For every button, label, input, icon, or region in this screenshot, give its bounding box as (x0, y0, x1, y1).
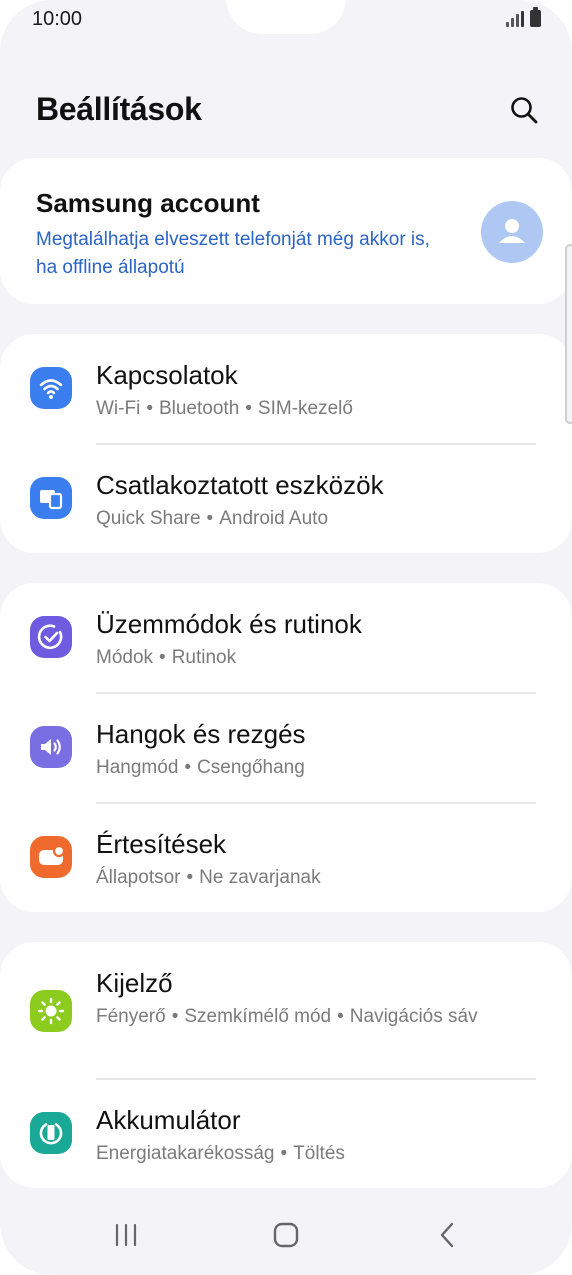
setting-item-title: Üzemmódok és rutinok (96, 609, 362, 639)
setting-item-subtitle: Quick Share • Android Auto (96, 508, 329, 529)
home-button[interactable] (266, 1215, 306, 1255)
setting-item-title: Értesítések (96, 829, 227, 859)
setting-item-title: Kijelző (96, 968, 173, 998)
account-subtitle: Megtalálhatja elveszett telefonját még a… (36, 229, 430, 278)
display-brightness-icon (30, 990, 72, 1032)
search-button[interactable] (506, 92, 542, 128)
account-title: Samsung account (36, 188, 260, 218)
setting-item-subtitle: Energiatakarékosság • Töltés (96, 1143, 345, 1164)
setting-item-title: Kapcsolatok (96, 360, 238, 390)
setting-item-subtitle: Állapotsor • Ne zavarjanak (96, 867, 321, 888)
connected-devices-icon (30, 477, 72, 519)
setting-item-connections[interactable]: Kapcsolatok Wi-Fi • Bluetooth • SIM-kezelő (0, 334, 572, 444)
scrollbar-handle[interactable] (565, 244, 572, 424)
setting-item-title: Akkumulátor (96, 1105, 241, 1135)
navigation-bar (0, 1195, 572, 1275)
setting-item-display[interactable]: Kijelző Fényerő • Szemkímélő mód • Navigáció… (0, 942, 572, 1079)
settings-group-connections: Kapcsolatok Wi-Fi • Bluetooth • SIM-kezelő C… (0, 334, 572, 553)
modes-routines-icon (30, 616, 72, 658)
page-title: Beállítások (36, 91, 202, 127)
status-time: 10:00 (32, 8, 83, 30)
user-avatar-icon[interactable] (481, 201, 543, 263)
settings-group-sound-notifications: Üzemmódok és rutinok Módok • Rutinok Hango… (0, 583, 572, 912)
setting-item-subtitle: Wi-Fi • Bluetooth • SIM-kezelő (96, 398, 353, 419)
setting-item-subtitle: Hangmód • Csengőhang (96, 757, 305, 778)
setting-item-subtitle: Fényerő • Szemkímélő mód • Navigációs sáv (96, 1006, 478, 1027)
setting-item-title: Csatlakoztatott eszközök (96, 470, 384, 500)
battery-icon (30, 1112, 72, 1154)
battery-status-icon (530, 7, 541, 27)
setting-item-notifications[interactable]: Értesítések Állapotsor • Ne zavarjanak (0, 803, 572, 912)
back-button[interactable] (428, 1215, 468, 1255)
setting-item-battery[interactable]: Akkumulátor Energiatakarékosság • Töltés (0, 1079, 572, 1188)
phone-screen: 10:00 Beállítások Samsung account Megtal… (0, 0, 572, 1275)
back-icon (440, 1222, 454, 1248)
notifications-icon (30, 836, 72, 878)
sound-icon (30, 726, 72, 768)
settings-group-display-battery: Kijelző Fényerő • Szemkímélő mód • Navigáció… (0, 942, 572, 1188)
recents-button[interactable] (106, 1215, 146, 1255)
setting-item-connected-devices[interactable]: Csatlakoztatott eszközök Quick Share • And… (0, 444, 572, 553)
setting-item-sounds-vibration[interactable]: Hangok és rezgés Hangmód • Csengőhang (0, 693, 572, 803)
wifi-icon (30, 367, 72, 409)
recents-icon (115, 1223, 137, 1247)
setting-item-title: Hangok és rezgés (96, 719, 306, 749)
signal-icon (506, 11, 524, 27)
search-icon (511, 97, 538, 124)
samsung-account-card[interactable]: Samsung account Megtalálhatja elveszett … (0, 158, 572, 304)
home-icon (273, 1222, 299, 1248)
setting-item-subtitle: Módok • Rutinok (96, 647, 237, 668)
setting-item-modes-routines[interactable]: Üzemmódok és rutinok Módok • Rutinok (0, 583, 572, 693)
status-bar: 10:00 (0, 0, 572, 40)
